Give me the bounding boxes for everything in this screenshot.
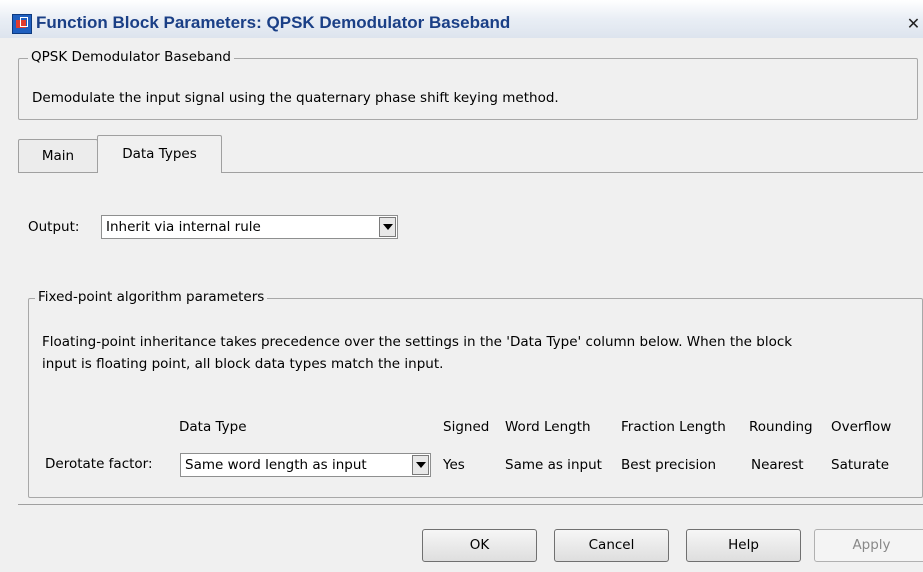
help-button[interactable]: Help: [686, 529, 801, 562]
derotate-factor-rounding: Nearest: [751, 457, 804, 473]
fixed-point-note-line1: Floating-point inheritance takes precede…: [42, 334, 793, 350]
fixed-point-note-line2: input is floating point, all block data …: [42, 356, 444, 372]
output-label: Output:: [28, 219, 80, 235]
column-header-fraction-length: Fraction Length: [621, 419, 726, 435]
description-group: [18, 58, 918, 120]
derotate-factor-fraction-length: Best precision: [621, 457, 717, 473]
column-header-word-length: Word Length: [505, 419, 591, 435]
derotate-factor-data-type-dropdown[interactable]: Same word length as input: [180, 453, 431, 477]
derotate-factor-overflow: Saturate: [831, 457, 890, 473]
close-icon[interactable]: ✕: [904, 14, 923, 34]
description-text: Demodulate the input signal using the qu…: [32, 90, 559, 106]
column-header-signed: Signed: [443, 419, 490, 435]
chevron-down-icon[interactable]: [379, 217, 396, 237]
column-header-rounding: Rounding: [749, 419, 813, 435]
chevron-down-icon[interactable]: [412, 455, 429, 475]
description-group-title: QPSK Demodulator Baseband: [28, 49, 234, 65]
column-header-overflow: Overflow: [831, 419, 892, 435]
output-value: Inherit via internal rule: [106, 219, 261, 235]
fixed-point-group-title: Fixed-point algorithm parameters: [35, 289, 268, 305]
derotate-factor-label: Derotate factor:: [45, 456, 153, 472]
window-title: Function Block Parameters: QPSK Demodula…: [36, 13, 511, 32]
cancel-button[interactable]: Cancel: [554, 529, 669, 562]
tab-main[interactable]: Main: [18, 139, 98, 173]
derotate-factor-word-length: Same as input: [505, 457, 602, 473]
column-header-data-type: Data Type: [179, 419, 247, 435]
app-icon: [12, 14, 32, 34]
output-dropdown[interactable]: Inherit via internal rule: [101, 215, 398, 239]
apply-button[interactable]: Apply: [814, 529, 923, 562]
derotate-factor-signed: Yes: [443, 457, 465, 473]
tab-data-types[interactable]: Data Types: [97, 135, 222, 173]
ok-button[interactable]: OK: [422, 529, 537, 562]
derotate-factor-data-type-value: Same word length as input: [185, 457, 367, 473]
